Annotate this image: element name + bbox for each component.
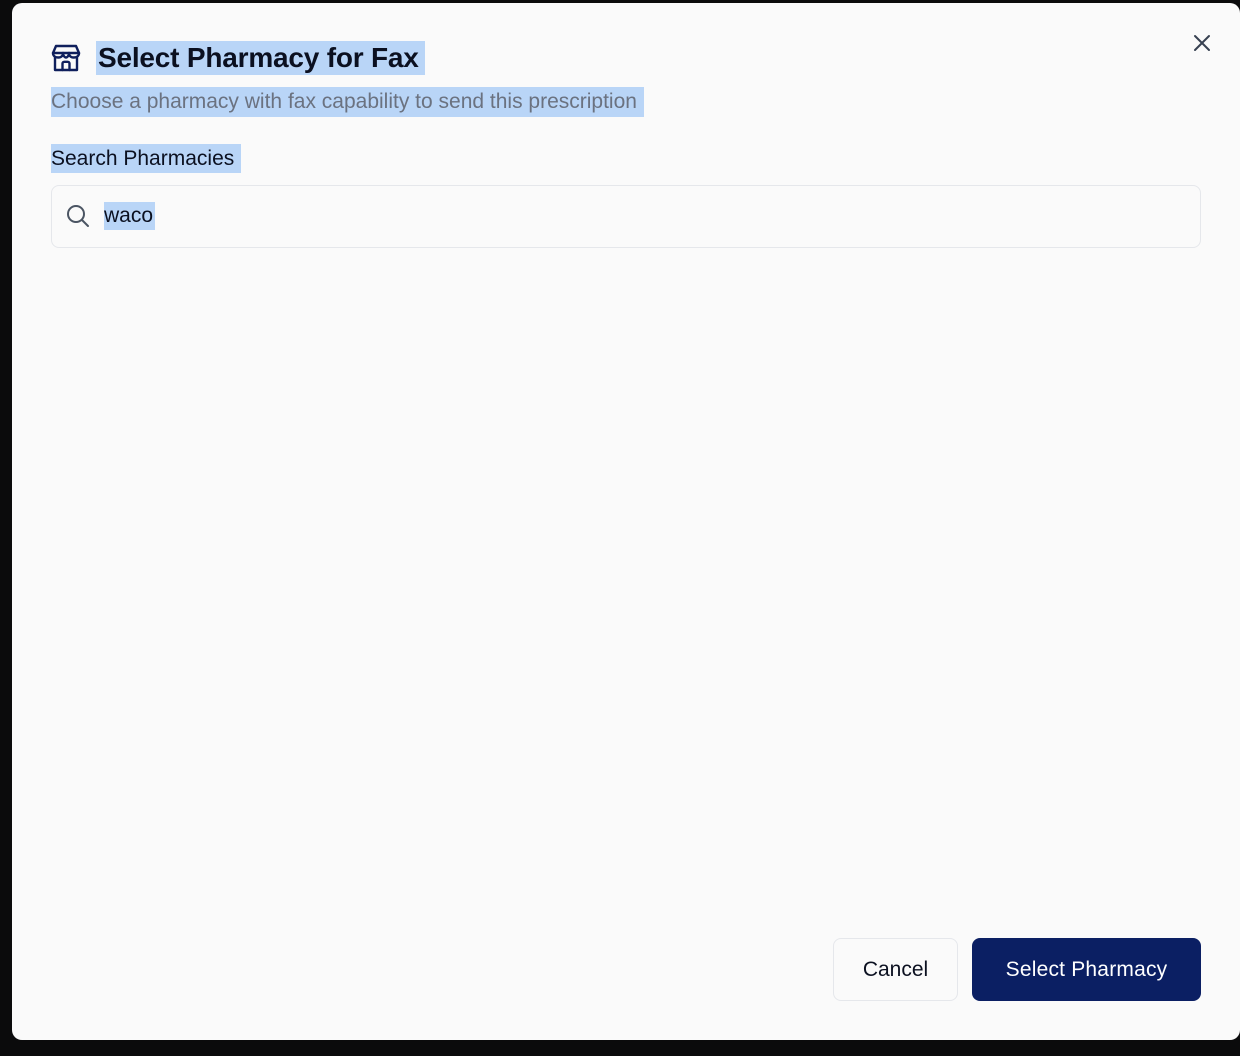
dialog-header: Select Pharmacy for Fax — [50, 41, 425, 75]
search-label: Search Pharmacies — [51, 144, 242, 173]
store-icon — [50, 42, 82, 74]
close-button[interactable] — [1190, 31, 1214, 55]
select-pharmacy-dialog: Select Pharmacy for Fax Choose a pharmac… — [12, 3, 1240, 1040]
cancel-button[interactable]: Cancel — [833, 938, 958, 1001]
search-input-value[interactable]: waco — [104, 202, 156, 230]
dialog-title: Select Pharmacy for Fax — [96, 41, 425, 75]
dialog-subtitle: Choose a pharmacy with fax capability to… — [51, 87, 644, 117]
search-icon — [65, 203, 91, 229]
select-pharmacy-button[interactable]: Select Pharmacy — [972, 938, 1201, 1001]
close-icon — [1194, 35, 1210, 51]
search-input[interactable]: waco — [51, 185, 1201, 248]
